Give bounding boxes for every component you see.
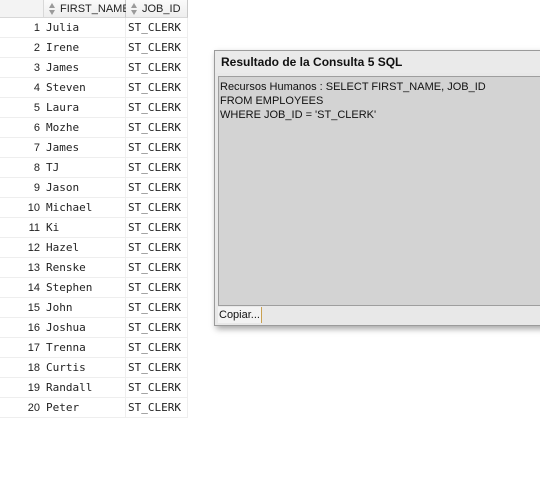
grid-header: FIRST_NAME JOB_ID [0,0,188,18]
table-row[interactable]: 6 Mozhe ST_CLERK [0,118,188,138]
cell-job-id[interactable]: ST_CLERK [126,238,188,257]
results-grid: FIRST_NAME JOB_ID 1 Julia ST_CLERK 2 Irene ST… [0,0,188,418]
copy-bar: Copiar... [218,307,540,323]
cell-job-id[interactable]: ST_CLERK [126,58,188,77]
cell-first-name[interactable]: James [44,138,126,157]
sort-icon[interactable] [130,1,140,17]
cell-first-name[interactable]: Renske [44,258,126,277]
cell-job-id[interactable]: ST_CLERK [126,178,188,197]
row-number: 6 [33,122,40,134]
table-row[interactable]: 15 John ST_CLERK [0,298,188,318]
cell-job-id[interactable]: ST_CLERK [126,18,188,37]
cell-first-name[interactable]: Hazel [44,238,126,257]
row-number: 15 [27,302,40,314]
column-header-label: JOB_ID [142,2,181,15]
row-number: 19 [27,382,40,394]
cell-first-name[interactable]: Steven [44,78,126,97]
sql-line: WHERE JOB_ID = 'ST_CLERK' [220,109,377,121]
cell-first-name[interactable]: Irene [44,38,126,57]
row-number: 18 [27,362,40,374]
table-row[interactable]: 7 James ST_CLERK [0,138,188,158]
row-number: 2 [33,42,40,54]
cell-job-id[interactable]: ST_CLERK [126,398,188,417]
cell-job-id[interactable]: ST_CLERK [126,278,188,297]
cell-first-name[interactable]: John [44,298,126,317]
cell-first-name[interactable]: TJ [44,158,126,177]
table-row[interactable]: 17 Trenna ST_CLERK [0,338,188,358]
table-row[interactable]: 19 Randall ST_CLERK [0,378,188,398]
cell-job-id[interactable]: ST_CLERK [126,298,188,317]
column-header-first-name[interactable]: FIRST_NAME [44,0,130,18]
row-number: 8 [33,162,40,174]
row-number: 3 [33,62,40,74]
row-number: 13 [27,262,40,274]
table-row[interactable]: 14 Stephen ST_CLERK [0,278,188,298]
table-row[interactable]: 9 Jason ST_CLERK [0,178,188,198]
table-row[interactable]: 5 Laura ST_CLERK [0,98,188,118]
query-result-dialog: Resultado de la Consulta 5 SQL Recursos … [214,50,540,326]
cell-first-name[interactable]: Julia [44,18,126,37]
cell-job-id[interactable]: ST_CLERK [126,318,188,337]
row-number-header [0,0,44,18]
cell-job-id[interactable]: ST_CLERK [126,358,188,377]
sort-icon[interactable] [48,1,58,17]
cell-job-id[interactable]: ST_CLERK [126,98,188,117]
cell-first-name[interactable]: Ki [44,218,126,237]
table-row[interactable]: 10 Michael ST_CLERK [0,198,188,218]
table-row[interactable]: 20 Peter ST_CLERK [0,398,188,418]
table-row[interactable]: 16 Joshua ST_CLERK [0,318,188,338]
table-row[interactable]: 2 Irene ST_CLERK [0,38,188,58]
row-number: 7 [33,142,40,154]
column-header-label: FIRST_NAME [60,2,130,15]
sql-line: Recursos Humanos : SELECT FIRST_NAME, JO… [220,81,486,93]
row-number: 10 [27,202,40,214]
row-number: 1 [33,22,40,34]
row-number: 20 [27,402,40,414]
cell-first-name[interactable]: Mozhe [44,118,126,137]
row-number: 17 [27,342,40,354]
cell-job-id[interactable]: ST_CLERK [126,38,188,57]
cell-first-name[interactable]: Joshua [44,318,126,337]
cell-first-name[interactable]: Curtis [44,358,126,377]
cell-job-id[interactable]: ST_CLERK [126,158,188,177]
row-number: 14 [27,282,40,294]
cell-job-id[interactable]: ST_CLERK [126,218,188,237]
cell-first-name[interactable]: Peter [44,398,126,417]
row-number: 11 [28,222,40,234]
table-row[interactable]: 18 Curtis ST_CLERK [0,358,188,378]
table-row[interactable]: 12 Hazel ST_CLERK [0,238,188,258]
table-row[interactable]: 3 James ST_CLERK [0,58,188,78]
column-header-job-id[interactable]: JOB_ID [126,0,188,18]
cell-job-id[interactable]: ST_CLERK [126,78,188,97]
row-number: 4 [33,82,40,94]
cell-first-name[interactable]: Michael [44,198,126,217]
copy-button[interactable]: Copiar... [218,307,262,323]
cell-first-name[interactable]: James [44,58,126,77]
cell-first-name[interactable]: Laura [44,98,126,117]
cell-first-name[interactable]: Trenna [44,338,126,357]
cell-job-id[interactable]: ST_CLERK [126,258,188,277]
table-row[interactable]: 8 TJ ST_CLERK [0,158,188,178]
cell-first-name[interactable]: Jason [44,178,126,197]
cell-job-id[interactable]: ST_CLERK [126,338,188,357]
cell-job-id[interactable]: ST_CLERK [126,118,188,137]
row-number: 9 [33,182,40,194]
row-number: 5 [33,102,40,114]
table-row[interactable]: 13 Renske ST_CLERK [0,258,188,278]
row-number: 16 [27,322,40,334]
cell-job-id[interactable]: ST_CLERK [126,378,188,397]
dialog-title: Resultado de la Consulta 5 SQL [215,51,540,73]
cell-job-id[interactable]: ST_CLERK [126,138,188,157]
cell-first-name[interactable]: Stephen [44,278,126,297]
table-row[interactable]: 1 Julia ST_CLERK [0,18,188,38]
sql-line: FROM EMPLOYEES [220,95,324,107]
cell-first-name[interactable]: Randall [44,378,126,397]
cell-job-id[interactable]: ST_CLERK [126,198,188,217]
table-row[interactable]: 4 Steven ST_CLERK [0,78,188,98]
grid-body: 1 Julia ST_CLERK 2 Irene ST_CLERK 3 James ST_CLE… [0,18,188,418]
row-number: 12 [27,242,40,254]
table-row[interactable]: 11 Ki ST_CLERK [0,218,188,238]
sql-text-area[interactable]: Recursos Humanos : SELECT FIRST_NAME, JO… [218,76,540,306]
